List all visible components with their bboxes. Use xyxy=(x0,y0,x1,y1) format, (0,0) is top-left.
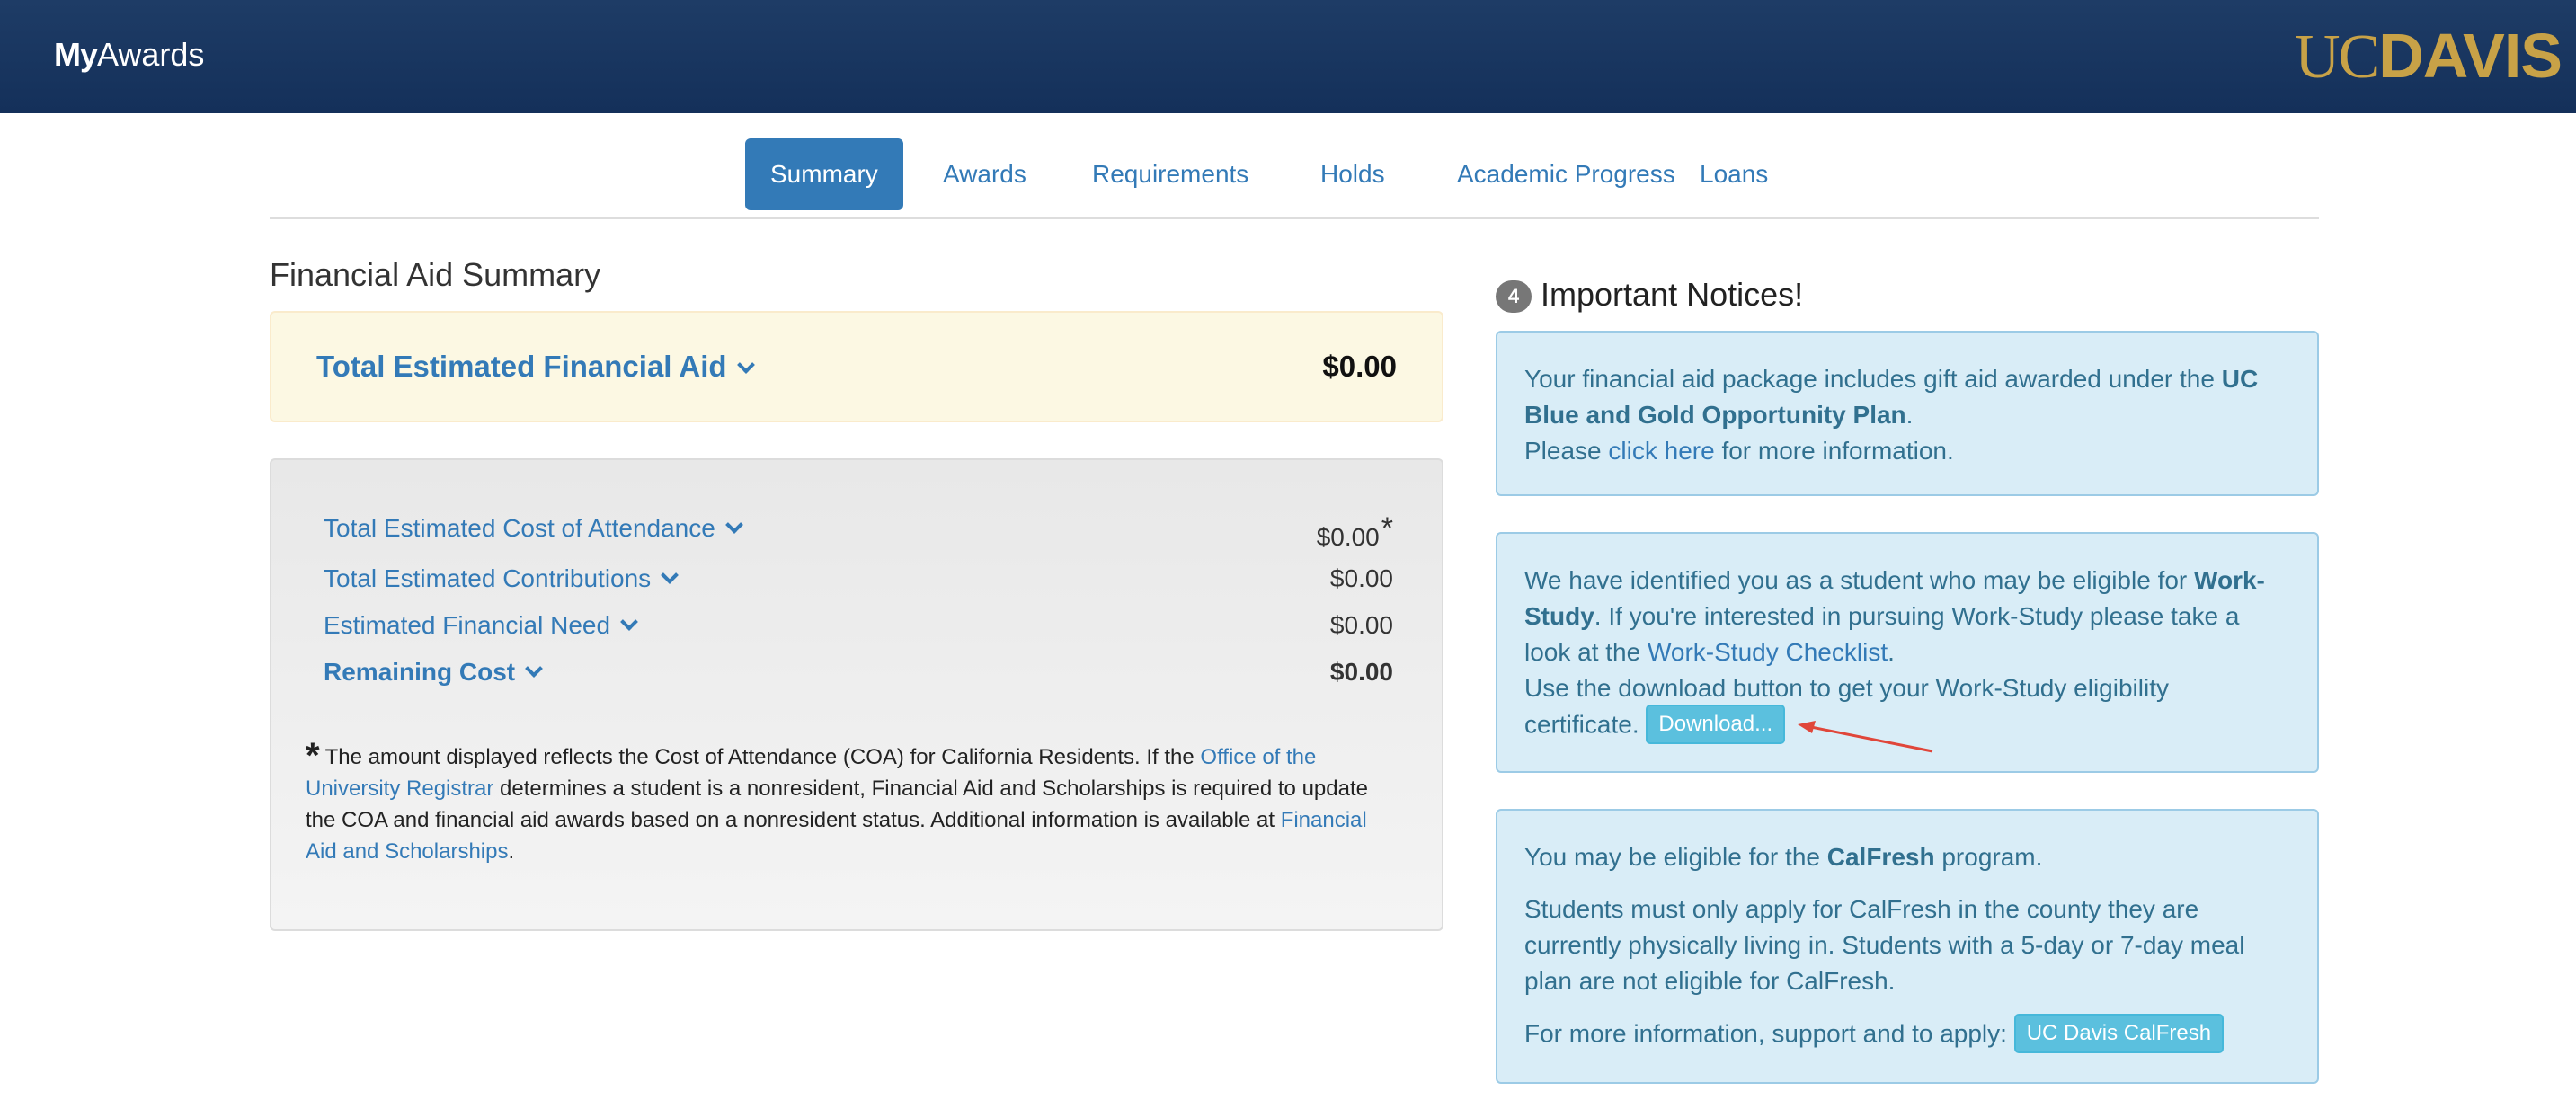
notice-text: You may be eligible for the xyxy=(1524,843,1827,871)
cost-breakdown-panel: Total Estimated Cost of Attendance $0.00… xyxy=(270,458,1443,931)
footnote-text: . xyxy=(508,839,515,864)
tab-loans[interactable]: Loans xyxy=(1674,138,1793,210)
notices-heading: 4 Important Notices! xyxy=(1496,275,1803,315)
financial-need-toggle[interactable]: Estimated Financial Need xyxy=(324,608,638,643)
logo-uc-text: UC xyxy=(2295,22,2380,92)
notice-text: Your financial aid package includes gift… xyxy=(1524,365,2222,393)
footnote-text: The amount displayed reflects the Cost o… xyxy=(324,745,1201,769)
row-label: Remaining Cost xyxy=(324,658,516,686)
row-label: Estimated Financial Need xyxy=(324,611,611,639)
chevron-down-icon xyxy=(736,356,755,374)
top-navbar: MyAwards UCDAVIS xyxy=(0,0,2576,113)
chevron-down-icon xyxy=(620,613,638,631)
tab-awards[interactable]: Awards xyxy=(918,138,1052,210)
row-value: $0.00 xyxy=(1329,564,1393,592)
download-button[interactable]: Download... xyxy=(1646,705,1786,744)
click-here-link[interactable]: click here xyxy=(1608,437,1714,465)
notice-calfresh: You may be eligible for the CalFresh pro… xyxy=(1496,809,2319,1084)
tab-requirements[interactable]: Requirements xyxy=(1067,138,1274,210)
footnote-star: * xyxy=(306,736,320,776)
notice-text: . xyxy=(1905,401,1914,429)
ucdavis-logo: UCDAVIS xyxy=(2295,20,2563,93)
brand-rest-text: Awards xyxy=(97,36,205,73)
calfresh-apply: For more information, support and to app… xyxy=(1524,1014,2290,1055)
tab-summary[interactable]: Summary xyxy=(745,138,903,210)
notice-text: for more information. xyxy=(1714,437,1954,465)
row-value-amount: $0.00 xyxy=(1316,523,1380,551)
tab-holds[interactable]: Holds xyxy=(1295,138,1410,210)
chevron-down-icon xyxy=(661,566,680,584)
notice-text: We have identified you as a student who … xyxy=(1524,566,2195,594)
calfresh-button[interactable]: UC Davis CalFresh xyxy=(2013,1014,2225,1053)
row-value: $0.00* xyxy=(1317,510,1393,555)
logo-davis-text: DAVIS xyxy=(2378,21,2563,91)
chevron-down-icon xyxy=(525,660,544,678)
footnote-marker: * xyxy=(1381,511,1393,546)
notice-bold: CalFresh xyxy=(1826,843,1935,871)
total-aid-toggle[interactable]: Total Estimated Financial Aid xyxy=(316,349,755,385)
cost-row-attendance: Total Estimated Cost of Attendance $0.00… xyxy=(324,510,1393,551)
notice-text: . xyxy=(1888,638,1895,666)
cost-row-remaining: Remaining Cost $0.00 xyxy=(324,654,1393,690)
remaining-cost-toggle[interactable]: Remaining Cost xyxy=(324,654,544,690)
annotation-arrow-icon xyxy=(1798,721,1933,753)
calfresh-eligibility: Students must only apply for CalFresh in… xyxy=(1524,895,2245,995)
work-study-checklist-link[interactable]: Work-Study Checklist xyxy=(1648,638,1888,666)
page-title: Financial Aid Summary xyxy=(270,256,601,293)
coa-footnote: * The amount displayed reflects the Cost … xyxy=(306,738,1393,867)
contributions-toggle[interactable]: Total Estimated Contributions xyxy=(324,561,680,597)
notice-text: For more information, support and to app… xyxy=(1524,1019,2014,1048)
calfresh-intro: You may be eligible for the CalFresh pro… xyxy=(1524,839,2290,875)
row-label: Total Estimated Cost of Attendance xyxy=(324,514,715,542)
notice-text: Please xyxy=(1524,437,1609,465)
row-value: $0.00 xyxy=(1329,611,1393,639)
brand-bold-text: My xyxy=(54,36,98,73)
row-value: $0.00 xyxy=(1329,658,1393,686)
tab-academic-progress[interactable]: Academic Progress xyxy=(1432,138,1701,210)
row-label: Total Estimated Contributions xyxy=(324,564,652,592)
notice-count-badge: 4 xyxy=(1496,280,1532,313)
total-aid-panel: Total Estimated Financial Aid $0.00 xyxy=(270,311,1443,422)
notices-title: Important Notices! xyxy=(1541,276,1804,313)
nav-tabs: Summary Awards Requirements Holds Academ… xyxy=(270,137,2319,219)
notice-blue-gold: Your financial aid package includes gift… xyxy=(1496,331,2319,496)
chevron-down-icon xyxy=(724,516,743,534)
cost-row-need: Estimated Financial Need $0.00 xyxy=(324,608,1393,643)
total-aid-value: $0.00 xyxy=(1322,350,1397,383)
notice-text: program. xyxy=(1934,843,2043,871)
cost-row-contributions: Total Estimated Contributions $0.00 xyxy=(324,561,1393,597)
cost-of-attendance-toggle[interactable]: Total Estimated Cost of Attendance xyxy=(324,510,743,546)
app-brand[interactable]: MyAwards xyxy=(54,32,204,77)
total-aid-label: Total Estimated Financial Aid xyxy=(316,350,727,383)
